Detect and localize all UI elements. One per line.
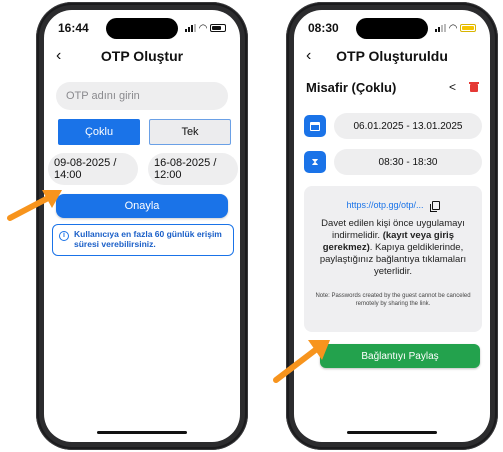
share-link-button[interactable]: Bağlantıyı Paylaş [320,344,480,368]
start-date-field[interactable]: 09-08-2025 / 14:00 [48,153,138,185]
wifi-icon: ◠ [449,22,457,34]
time-range-row: ⧗ 08:30 - 18:30 [304,148,482,176]
pointer-arrow-left [7,190,62,221]
back-chevron-icon[interactable]: ‹ [56,47,61,65]
wifi-icon: ◠ [199,22,207,34]
info-text: Kullanıcıya en fazla 60 günlük erişim sü… [74,229,222,249]
end-date-text: 16-08-2025 / [154,157,217,169]
start-date-text: 09-08-2025 / [54,157,117,169]
pointer-arrow-right [273,340,330,383]
time-range-value: 08:30 - 18:30 [334,149,482,175]
info-icon: i [59,231,69,241]
trash-icon[interactable] [469,82,479,92]
info-banner: i Kullanıcıya en fazla 60 günlük erişim … [52,224,234,256]
battery-icon [460,24,476,32]
start-time-text: 14:00 [54,169,82,181]
battery-icon [210,24,226,32]
end-time-text: 12:00 [154,169,182,181]
note-text: Note: Passwords created by the guest can… [315,293,471,307]
share-icon[interactable]: < [449,80,456,94]
page-title: OTP Oluşturuldu [336,48,448,64]
signal-icon [185,24,197,32]
mode-single-button[interactable]: Tek [149,119,231,145]
status-time: 16:44 [58,21,89,35]
hourglass-icon: ⧗ [304,151,326,173]
left-phone-frame: 16:44 ◠ ‹ OTP Oluştur Çoklu Tek 09-08-20… [36,2,248,450]
left-screen: 16:44 ◠ ‹ OTP Oluştur Çoklu Tek 09-08-20… [44,10,240,442]
otp-link[interactable]: https://otp.gg/otp/... [346,200,423,210]
nav-bar: ‹ OTP Oluşturuldu [294,46,490,66]
instructions-text: Davet edilen kişi önce uygulamayı indirm… [312,218,474,278]
home-indicator[interactable] [97,431,187,434]
status-icons: ◠ [435,23,476,34]
mode-multi-button[interactable]: Çoklu [58,119,140,145]
signal-icon [435,24,447,32]
date-range-value: 06.01.2025 - 13.01.2025 [334,113,482,139]
status-time: 08:30 [308,21,339,35]
status-bar: 16:44 ◠ [58,20,226,36]
otp-name: Misafir (Çoklu) [306,79,397,95]
nav-bar: ‹ OTP Oluştur [44,46,240,66]
link-card: https://otp.gg/otp/... Davet edilen kişi… [304,186,482,332]
calendar-icon [304,115,326,137]
date-range-row: 06.01.2025 - 13.01.2025 [304,112,482,140]
status-icons: ◠ [185,23,226,34]
page-title: OTP Oluştur [100,48,184,64]
status-bar: 08:30 ◠ [308,20,476,36]
otp-header: Misafir (Çoklu) < [306,78,479,96]
home-indicator[interactable] [347,431,437,434]
otp-name-field[interactable] [56,82,228,110]
copy-icon[interactable] [429,200,440,212]
link-line: https://otp.gg/otp/... [312,200,474,212]
confirm-button[interactable]: Onayla [56,194,228,218]
back-chevron-icon[interactable]: ‹ [306,47,311,65]
otp-name-input[interactable] [66,90,228,102]
end-date-field[interactable]: 16-08-2025 / 12:00 [148,153,238,185]
